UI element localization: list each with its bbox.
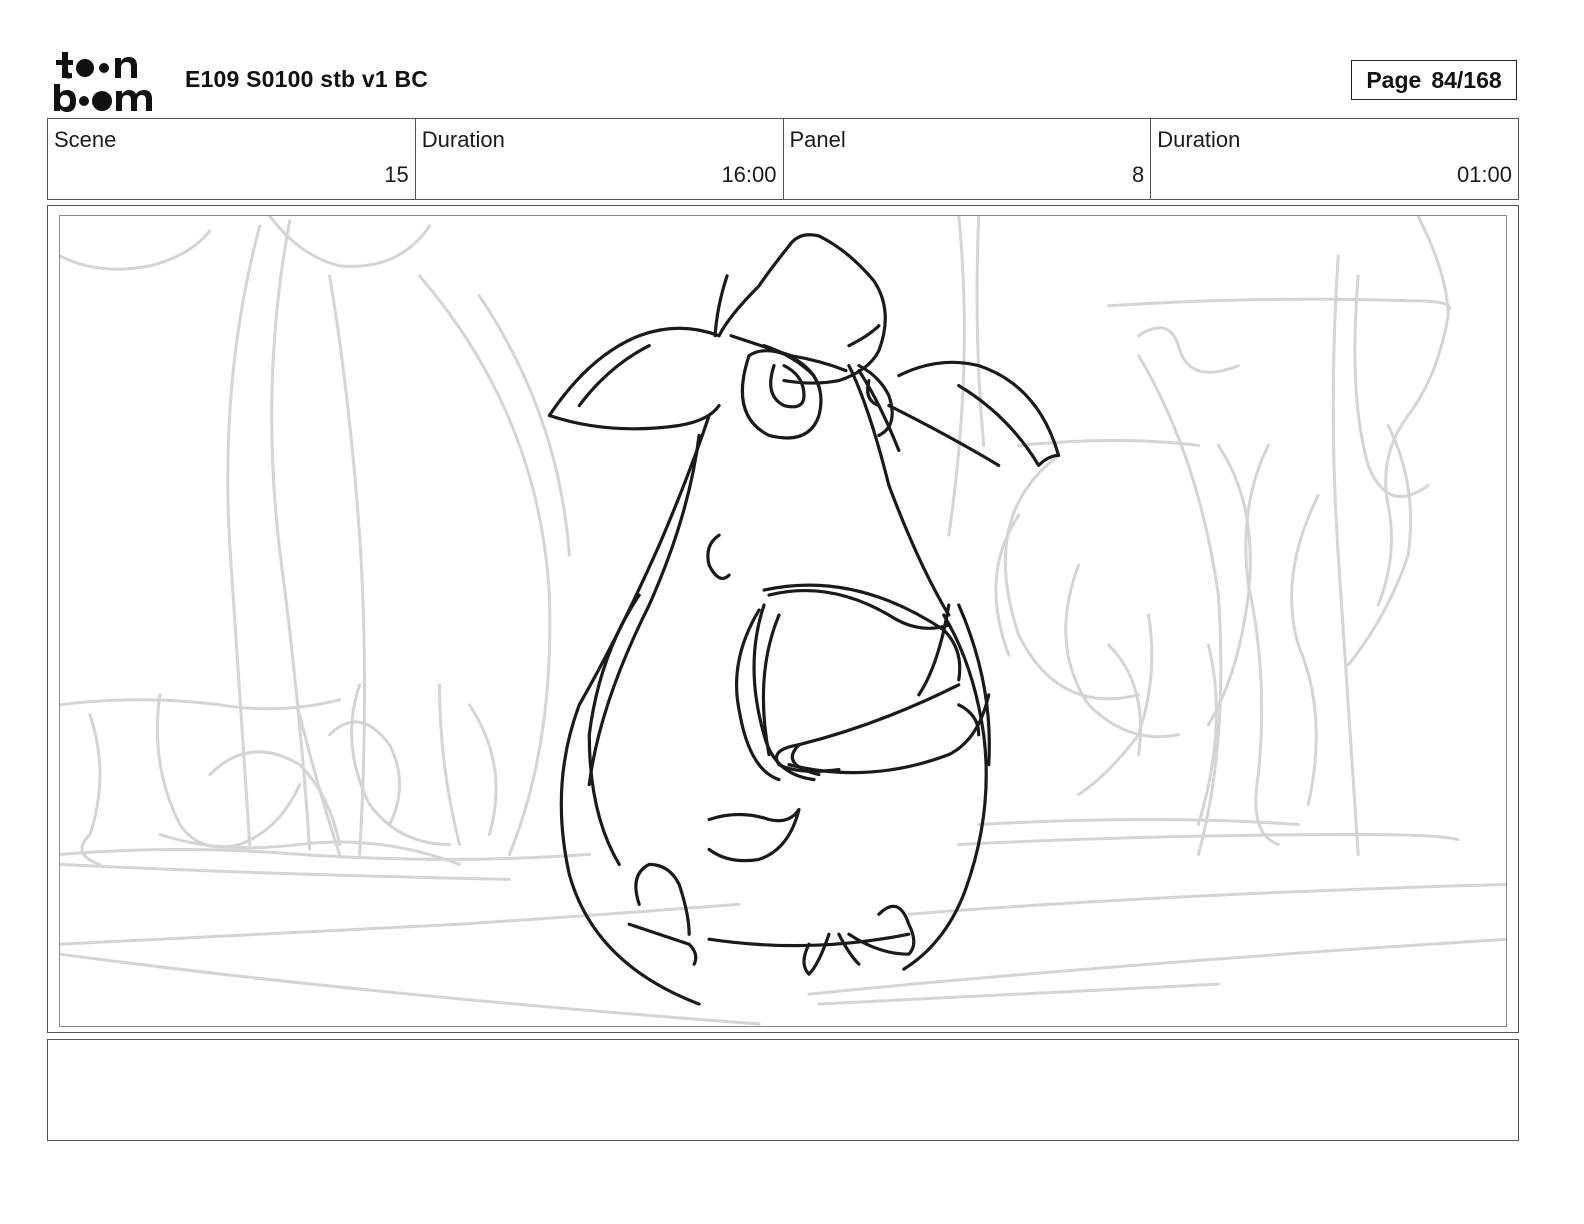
scene-cell: Scene 15 (48, 119, 416, 199)
scene-value: 15 (384, 162, 409, 187)
panel-duration-value: 01:00 (1456, 162, 1512, 187)
toon-boom-logo (52, 50, 164, 112)
scene-duration-label: Duration (421, 127, 505, 152)
panel-drawing-area (59, 215, 1507, 1027)
page-label: Page (1366, 66, 1422, 93)
page-indicator: Page 84/168 (1351, 60, 1517, 100)
panel-duration-label: Duration (1157, 127, 1241, 152)
scene-duration-cell: Duration 16:00 (416, 119, 784, 199)
panel-cell: Panel 8 (784, 119, 1152, 199)
page-number: 84/168 (1431, 66, 1502, 93)
sketch-drawing (60, 216, 1506, 1026)
panel-info-table: Scene 15 Duration 16:00 Panel 8 Duration… (47, 118, 1519, 200)
scene-label: Scene (54, 127, 117, 152)
document-title: E109 S0100 stb v1 BC (185, 66, 429, 92)
panel-notes-box (47, 1039, 1519, 1141)
scene-duration-value: 16:00 (721, 162, 777, 187)
panel-value: 8 (1132, 162, 1145, 187)
panel-label: Panel (789, 127, 846, 152)
panel-duration-cell: Duration 01:00 (1151, 119, 1518, 199)
storyboard-panel (47, 205, 1519, 1033)
